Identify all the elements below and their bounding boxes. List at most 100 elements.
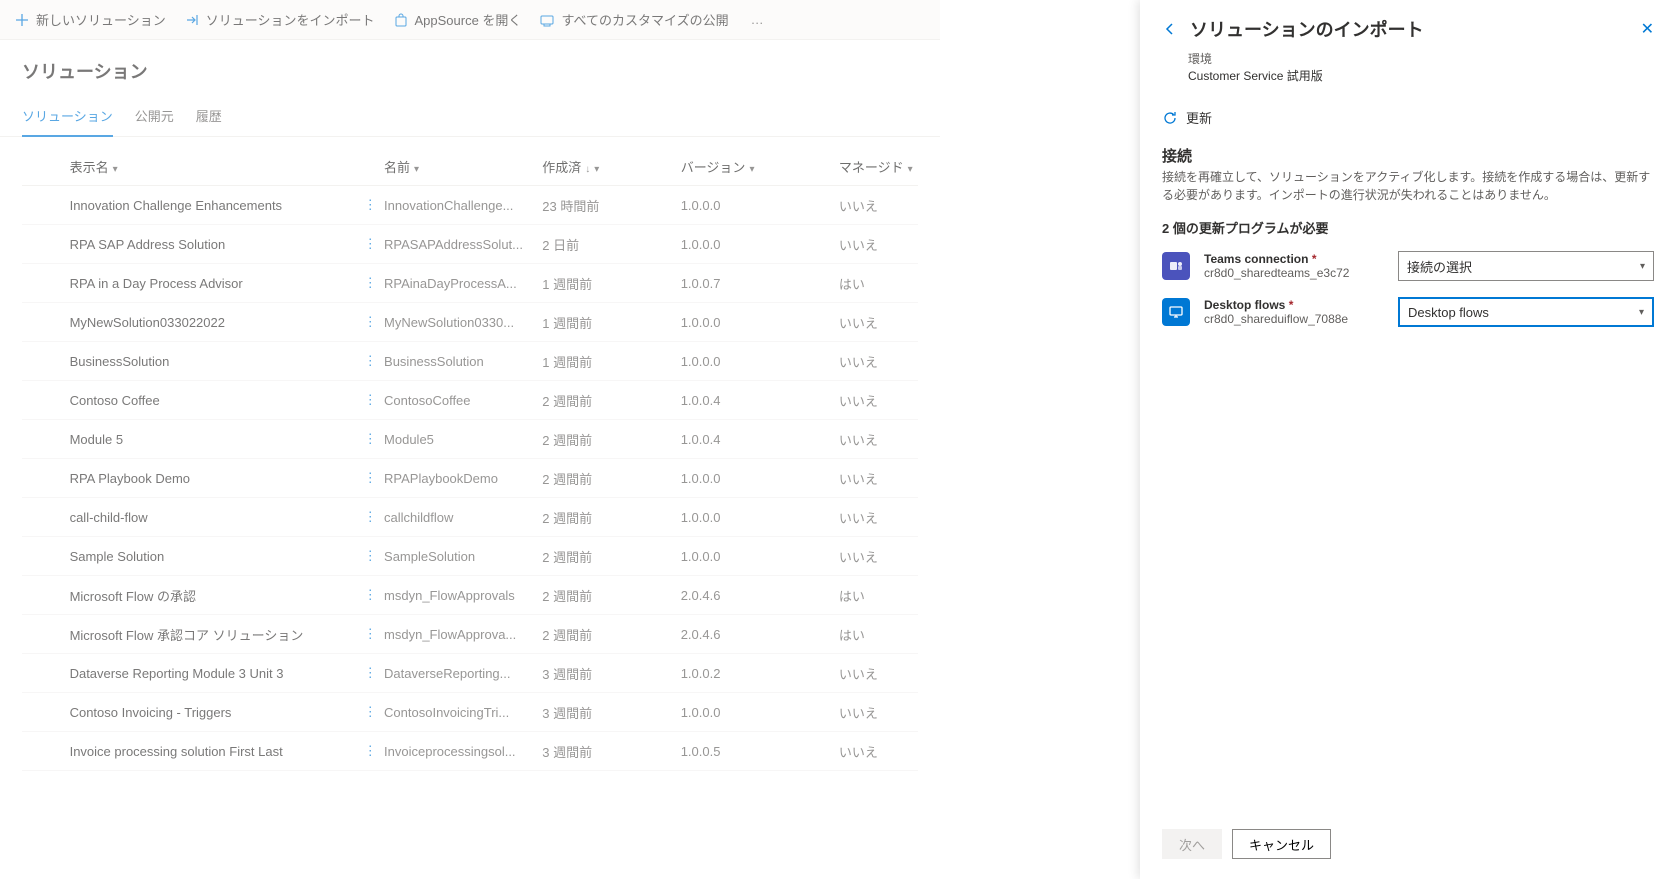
cell-version: 1.0.0.0 [681,705,839,720]
table-row[interactable]: Microsoft Flow 承認コア ソリューション⋮msdyn_FlowAp… [22,615,918,654]
panel-footer: 次へ キャンセル [1140,815,1676,879]
connection-name: Desktop flows * [1204,298,1384,312]
tabs: ソリューション 公開元 履歴 [0,98,940,137]
cell-created: 1 週間前 [542,352,680,371]
table-row[interactable]: Contoso Coffee⋮ContosoCoffee2 週間前1.0.0.4… [22,381,918,420]
col-name[interactable]: 名前▾ [384,157,542,176]
col-version[interactable]: バージョン▾ [681,157,839,176]
publish-icon [539,12,555,28]
table-row[interactable]: BusinessSolution⋮BusinessSolution1 週間前1.… [22,342,918,381]
cell-version: 1.0.0.0 [681,354,839,369]
row-menu-button[interactable]: ⋮ [356,548,384,564]
tab-history[interactable]: 履歴 [196,98,222,136]
row-menu-button[interactable]: ⋮ [356,626,384,642]
publish-all-button[interactable]: すべてのカスタマイズの公開 [539,10,728,29]
col-created[interactable]: 作成済↓▾ [542,157,680,176]
cell-version: 1.0.0.0 [681,471,839,486]
cell-created: 3 週間前 [542,703,680,722]
row-menu-button[interactable]: ⋮ [356,587,384,603]
table-row[interactable]: MyNewSolution033022022⋮MyNewSolution0330… [22,303,918,342]
back-icon[interactable] [1162,21,1178,37]
table-row[interactable]: Invoice processing solution First Last⋮I… [22,732,918,771]
table-row[interactable]: RPA SAP Address Solution⋮RPASAPAddressSo… [22,225,918,264]
row-menu-button[interactable]: ⋮ [356,392,384,408]
cell-created: 1 週間前 [542,274,680,293]
cell-name: MyNewSolution0330... [384,315,542,330]
row-menu-button[interactable]: ⋮ [356,704,384,720]
table-row[interactable]: Module 5⋮Module52 週間前1.0.0.4いいえ [22,420,918,459]
refresh-button[interactable]: 更新 [1140,84,1676,127]
chevron-down-icon: ▾ [113,164,118,175]
table-row[interactable]: Contoso Invoicing - Triggers⋮ContosoInvo… [22,693,918,732]
cell-display-name: RPA Playbook Demo [60,471,357,486]
cell-version: 2.0.4.6 [681,627,839,642]
cell-managed: いいえ [839,352,918,371]
cell-created: 2 週間前 [542,547,680,566]
row-menu-button[interactable]: ⋮ [356,743,384,759]
close-icon[interactable]: ✕ [1641,19,1654,39]
table-row[interactable]: RPA Playbook Demo⋮RPAPlaybookDemo2 週間前1.… [22,459,918,498]
table-row[interactable]: RPA in a Day Process Advisor⋮RPAinaDayPr… [22,264,918,303]
cell-display-name: BusinessSolution [60,354,357,369]
row-menu-button[interactable]: ⋮ [356,314,384,330]
connections-desc: 接続を再確立して、ソリューションをアクティブ化します。接続を作成する場合は、更新… [1140,168,1676,204]
cell-name: RPAinaDayProcessA... [384,276,542,291]
row-menu-button[interactable]: ⋮ [356,275,384,291]
cell-name: Invoiceprocessingsol... [384,744,542,759]
connection-select[interactable]: Desktop flows▾ [1398,297,1654,327]
more-commands-button[interactable]: … [747,12,770,27]
table-row[interactable]: Sample Solution⋮SampleSolution2 週間前1.0.0… [22,537,918,576]
col-display-name[interactable]: 表示名▾ [60,157,357,176]
row-menu-button[interactable]: ⋮ [356,509,384,525]
connection-select[interactable]: 接続の選択 ▾ [1398,251,1654,281]
import-icon [184,12,200,28]
cell-name: Module5 [384,432,542,447]
cancel-button[interactable]: キャンセル [1232,829,1331,859]
cell-managed: いいえ [839,664,918,683]
cell-created: 1 週間前 [542,313,680,332]
col-managed[interactable]: マネージド▾ [839,157,918,176]
plus-icon [14,12,30,28]
solutions-grid: 表示名▾ 名前▾ 作成済↓▾ バージョン▾ マネージド▾ Innovation … [0,137,940,771]
connection-name: Teams connection * [1204,252,1384,266]
main-content: 新しいソリューション ソリューションをインポート AppSource を開く す… [0,0,940,879]
next-button: 次へ [1162,829,1222,859]
cell-name: DataverseReporting... [384,666,542,681]
chevron-down-icon: ▾ [749,164,754,175]
row-menu-button[interactable]: ⋮ [356,470,384,486]
publish-all-label: すべてのカスタマイズの公開 [561,10,728,29]
table-row[interactable]: Innovation Challenge Enhancements⋮Innova… [22,186,918,225]
cell-display-name: RPA SAP Address Solution [60,237,357,252]
cell-created: 2 日前 [542,235,680,254]
row-menu-button[interactable]: ⋮ [356,353,384,369]
environment-info: 環境 Customer Service 試用版 [1140,46,1676,84]
row-menu-button[interactable]: ⋮ [356,197,384,213]
connection-item: Teams connection *cr8d0_sharedteams_e3c7… [1140,243,1676,289]
refresh-label: 更新 [1186,108,1212,127]
cell-version: 1.0.0.0 [681,198,839,213]
cell-managed: いいえ [839,196,918,215]
open-appsource-button[interactable]: AppSource を開く [393,10,522,29]
row-menu-button[interactable]: ⋮ [356,236,384,252]
cell-name: ContosoCoffee [384,393,542,408]
cell-created: 2 週間前 [542,625,680,644]
tab-solutions[interactable]: ソリューション [22,98,113,137]
row-menu-button[interactable]: ⋮ [356,665,384,681]
cell-created: 3 週間前 [542,742,680,761]
cell-display-name: Contoso Coffee [60,393,357,408]
connection-item: Desktop flows *cr8d0_shareduiflow_7088eD… [1140,289,1676,335]
cell-name: RPAPlaybookDemo [384,471,542,486]
table-row[interactable]: Dataverse Reporting Module 3 Unit 3⋮Data… [22,654,918,693]
chevron-down-icon: ▾ [414,164,419,175]
cell-display-name: Microsoft Flow 承認コア ソリューション [60,625,357,644]
connection-select-value: 接続の選択 [1407,257,1472,276]
chevron-down-icon: ▾ [1640,261,1645,272]
table-row[interactable]: Microsoft Flow の承認⋮msdyn_FlowApprovals2 … [22,576,918,615]
import-solution-label: ソリューションをインポート [206,10,375,29]
import-solution-button[interactable]: ソリューションをインポート [184,10,375,29]
cell-managed: いいえ [839,313,918,332]
new-solution-button[interactable]: 新しいソリューション [14,10,166,29]
tab-publishers[interactable]: 公開元 [135,98,174,136]
row-menu-button[interactable]: ⋮ [356,431,384,447]
table-row[interactable]: call-child-flow⋮callchildflow2 週間前1.0.0.… [22,498,918,537]
